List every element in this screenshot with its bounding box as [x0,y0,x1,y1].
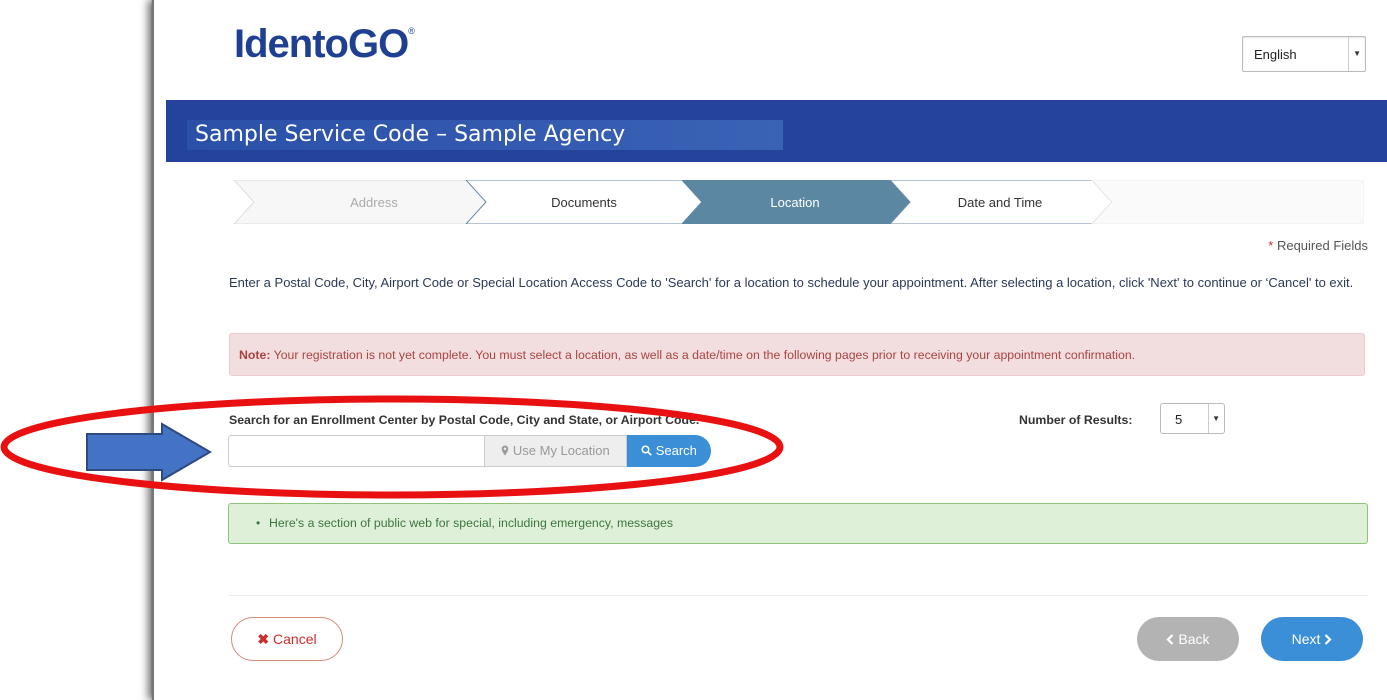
page-title: Sample Service Code – Sample Agency [195,122,626,147]
cancel-button[interactable]: ✖ Cancel [231,617,343,661]
cancel-label: Cancel [273,631,317,647]
message-bullet: • [256,516,261,530]
next-button[interactable]: Next [1261,617,1363,661]
page-banner: Sample Service Code – Sample Agency [166,100,1387,162]
number-of-results-select[interactable]: 5 ▼ [1160,403,1225,434]
search-icon [641,443,656,458]
select-divider [1348,37,1349,71]
use-my-location-label: Use My Location [512,443,610,458]
language-select[interactable]: English ▼ [1242,36,1366,72]
identogo-logo[interactable]: IdentoGO® [234,22,415,67]
required-fields-note: * Required Fields [1268,238,1368,253]
required-star: * [1268,238,1274,253]
step-location: Location [770,195,820,210]
chevron-left-icon [1166,631,1178,647]
banner-title-box: Sample Service Code – Sample Agency [187,120,783,150]
step-address: Address [350,195,398,210]
instructions-text: Enter a Postal Code, City, Airport Code … [229,275,1354,290]
warning-note: Note: Your registration is not yet compl… [229,333,1365,376]
note-text: Note: Your registration is not yet compl… [239,348,1135,362]
note-prefix: Note: [239,348,271,362]
number-of-results-value: 5 [1175,412,1183,427]
dropdown-arrow-icon: ▼ [1353,49,1361,58]
language-selected: English [1254,47,1297,62]
next-label: Next [1291,631,1321,647]
search-button[interactable]: Search [627,435,711,467]
step-date-and-time: Date and Time [957,195,1043,210]
note-body: Your registration is not yet complete. Y… [270,348,1136,362]
x-icon: ✖ [257,631,270,647]
progress-steps: Address Documents Location Date and Time [234,180,1364,224]
search-input[interactable] [228,435,484,467]
public-message-text: Here's a section of public web for speci… [269,516,674,530]
logo-text: IdentoGO [234,22,409,66]
chevron-right-icon [1324,631,1332,647]
public-message-box: • Here's a section of public web for spe… [228,503,1368,544]
step-documents: Documents [551,195,617,210]
select-divider [1208,404,1209,433]
required-fields-label: Required Fields [1276,238,1368,253]
search-button-label: Search [655,443,697,458]
dropdown-arrow-icon: ▼ [1212,414,1220,423]
back-label: Back [1178,631,1210,647]
use-my-location-button[interactable]: Use My Location [484,435,627,467]
number-of-results-label: Number of Results: [1019,413,1133,427]
back-button[interactable]: Back [1137,617,1239,661]
registered-mark: ® [408,26,415,36]
search-label: Search for an Enrollment Center by Posta… [229,413,700,427]
map-marker-icon [501,443,513,458]
step-blank-shape [1091,180,1364,224]
divider [228,595,1368,596]
